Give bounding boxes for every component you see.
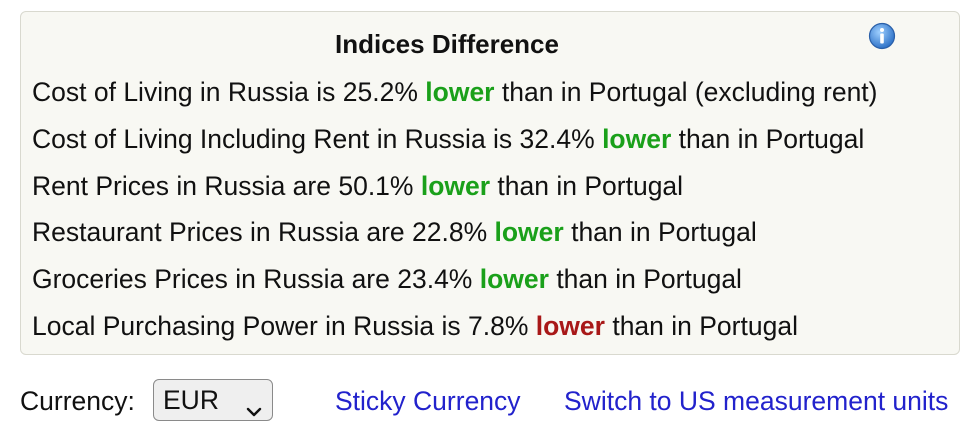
row-text: than in Portugal — [490, 170, 684, 201]
index-row-local-purchasing-power: Local Purchasing Power in Russia is 7.8%… — [32, 308, 959, 355]
row-text: than in Portugal — [563, 217, 757, 248]
difference-word: lower — [535, 310, 605, 341]
difference-word: lower — [602, 123, 672, 154]
currency-selected-value: EUR — [163, 385, 219, 415]
row-text: Local Purchasing Power in Russia is 7.8% — [32, 310, 536, 341]
row-text: Cost of Living Including Rent in Russia … — [32, 123, 603, 154]
difference-word: lower — [425, 77, 495, 107]
index-row-rent-prices: Rent Prices in Russia are 50.1% lower th… — [32, 168, 959, 215]
index-row-cost-of-living: Cost of Living in Russia is 25.2% lower … — [32, 74, 959, 121]
footer-controls: Currency: EUR Sticky Currency Switch to … — [20, 378, 960, 424]
sticky-currency-link[interactable]: Sticky Currency — [335, 383, 521, 419]
switch-units-link[interactable]: Switch to US measurement units — [564, 383, 948, 419]
currency-label: Currency: — [20, 386, 135, 416]
row-text: Groceries Prices in Russia are 23.4% — [32, 264, 480, 295]
row-text: than in Portugal — [548, 264, 742, 295]
difference-word: lower — [479, 264, 549, 295]
indices-list: Cost of Living in Russia is 25.2% lower … — [32, 74, 959, 355]
row-text: Cost of Living in Russia is 25.2% — [32, 77, 426, 107]
row-text: than in Portugal (excluding rent) — [494, 77, 878, 107]
panel-title: Indices Difference — [335, 29, 559, 59]
row-text: Restaurant Prices in Russia are 22.8% — [32, 217, 495, 248]
index-row-groceries-prices: Groceries Prices in Russia are 23.4% low… — [32, 261, 959, 308]
currency-select[interactable]: EUR — [153, 379, 273, 421]
index-row-restaurant-prices: Restaurant Prices in Russia are 22.8% lo… — [32, 214, 959, 261]
row-text: than in Portugal — [671, 123, 865, 154]
indices-difference-panel: Indices Difference Cost of Living in Rus… — [20, 11, 960, 355]
difference-word: lower — [494, 217, 564, 248]
info-icon[interactable] — [868, 22, 896, 50]
difference-word: lower — [420, 170, 491, 201]
row-text: Rent Prices in Russia are 50.1% — [32, 170, 421, 201]
index-row-cost-of-living-incl-rent: Cost of Living Including Rent in Russia … — [32, 121, 959, 168]
chevron-down-icon — [246, 394, 262, 417]
row-text: than in Portugal — [604, 310, 798, 341]
